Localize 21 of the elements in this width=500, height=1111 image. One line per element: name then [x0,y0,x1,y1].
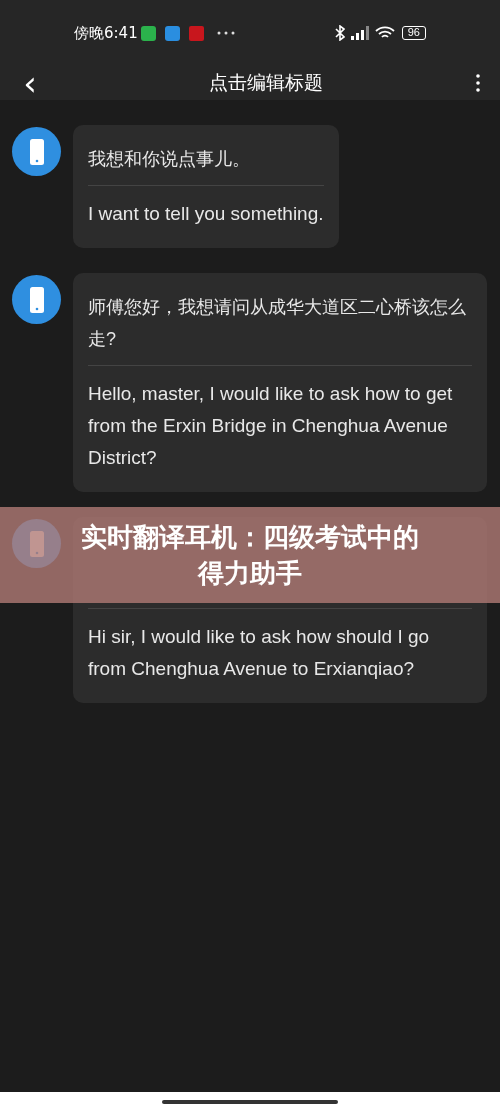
back-button[interactable]: ‹ [20,66,40,100]
signal-icon [350,26,369,40]
translation-text: I want to tell you something. [88,202,324,226]
original-text: 师傅您好，我想请问从成华大道区二心桥该怎么走? [88,291,472,366]
banner-title: 实时翻译耳机：四级考试中的得力助手 [80,521,420,590]
battery-icon: 96 [401,26,426,40]
status-time: 傍晚6:41 [74,22,138,44]
page-title[interactable]: 点击编辑标题 [209,68,323,98]
translation-text: Hello, master, I would like to ask how to get from the Erxin Bridge in Chenghua Avenue District? [88,382,454,470]
app-icon [164,25,180,41]
wifi-icon [374,26,395,40]
phone-icon [29,138,44,165]
more-icon[interactable] [476,74,480,92]
more-icon [216,31,235,35]
phone-icon [29,286,44,313]
home-indicator[interactable] [162,1099,338,1104]
app-icon [188,25,204,41]
bluetooth-icon [334,25,345,41]
original-text: 我想和你说点事儿。 [88,143,324,186]
translation-text: Hi sir, I would like to ask how should I go from Chenghua Avenue to Erxianqiao? [88,625,431,681]
wechat-icon [140,25,156,41]
